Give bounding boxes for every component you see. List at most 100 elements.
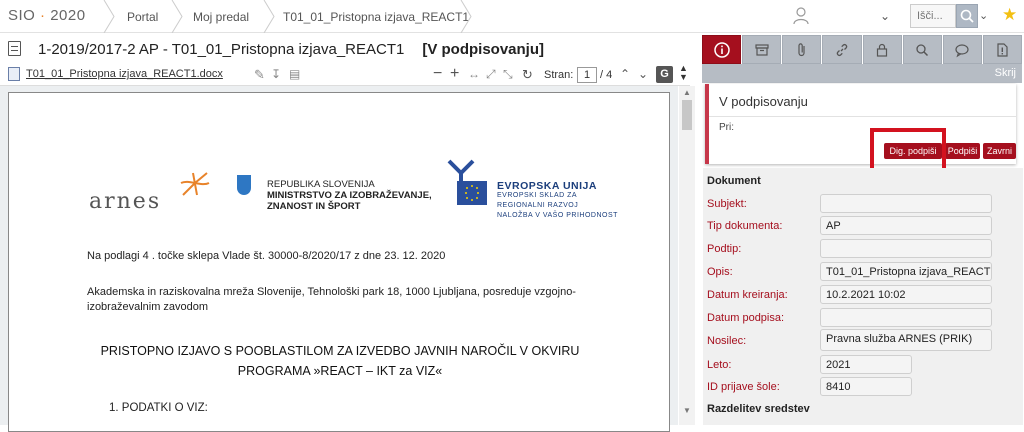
eu-line-3: REGIONALNI RAZVOJ [497,202,579,209]
document-title-bar: 1-2019/2017-2 AP - T01_01_Pristopna izja… [0,34,700,64]
field-subtype[interactable] [820,239,992,258]
document-viewer[interactable]: arnes REPUBLIKA SLOVENIJA MINISTRSTVO ZA… [0,86,678,432]
arnes-star-logo-icon [180,172,210,196]
field-document-type[interactable]: AP [820,216,992,235]
document-heading-line-1: PRISTOPNO IZJAVO S POOBLASTILOM ZA IZVED… [100,344,580,358]
breadcrumb-portal[interactable]: Portal [127,0,158,33]
tab-search[interactable] [902,35,942,64]
slovenia-crest-icon [237,175,251,195]
document-heading-line-2: PROGRAMA »REACT – IKT za VIZ« [237,364,443,378]
logo-separator: · [35,7,51,24]
metadata-funds-section-title: Razdelitev sredstev [707,403,810,415]
signing-pri-label: Pri: [719,122,734,133]
paragraph-intro-line-2: izobraževalnim zavodom [87,301,209,313]
metadata-section-title: Dokument [707,175,761,187]
scroll-down-arrow-icon[interactable]: ▼ [683,406,691,415]
search-options-chevron-down-icon[interactable]: ⌄ [979,9,988,22]
zoom-in-icon[interactable]: + [450,65,459,83]
favorite-star-icon[interactable]: ★ [1002,5,1017,25]
viewer-toolbar: T01_01_Pristopna izjava_REACT1.docx ✎ ↧ … [0,64,690,86]
viewer-scrollbar[interactable] [679,86,695,425]
search-icon [960,9,974,23]
comment-icon [955,43,969,57]
rotate-icon[interactable]: ↻ [522,67,533,83]
file-name-link[interactable]: T01_01_Pristopna izjava_REACT1.docx [26,68,223,80]
user-icon[interactable] [793,7,809,25]
field-holder[interactable]: Pravna služba ARNES (PRIK) [820,329,992,351]
paperclip-icon [798,42,805,56]
logo-year: 2020 [50,7,86,24]
side-panel-header: Skrij [702,64,1022,83]
user-menu-chevron-down-icon[interactable]: ⌄ [880,9,890,23]
field-description[interactable]: T01_01_Pristopna izjava_REACT1 [820,262,992,281]
field-signed-date[interactable] [820,308,992,327]
paragraph-legal-basis: Na podlagi 4 . točke sklepa Vlade št. 30… [87,250,446,262]
label-year: Leto: [707,359,732,371]
top-bar: SIO · 2020 Portal Moj predal T01_01_Pris… [0,0,1024,33]
edit-pencil-icon[interactable]: ✎ [254,67,265,83]
label-school-application-id: ID prijave šole: [707,381,780,393]
search-button[interactable] [956,4,978,28]
field-created-date[interactable]: 10.2.2021 10:02 [820,285,992,304]
viewer-scrollbar-thumb[interactable] [682,100,692,130]
sio-logo[interactable]: SIO · 2020 [8,7,86,24]
search-input[interactable]: Išči... [910,4,956,28]
signing-panel-divider [709,116,1016,117]
ministry-logo-text: REPUBLIKA SLOVENIJA MINISTRSTVO ZA IZOBR… [267,179,432,212]
eu-logo-text: EVROPSKA UNIJA EVROPSKI SKLAD ZA REGIONA… [497,181,618,221]
field-subject[interactable] [820,194,992,213]
ministry-line-2: MINISTRSTVO ZA IZOBRAŽEVANJE, [267,190,432,201]
sign-button[interactable]: Podpiši [945,143,980,159]
archive-icon [755,43,769,56]
info-icon [713,41,730,58]
label-subtype: Podtip: [707,243,742,255]
fit-width-icon[interactable]: ↔ [468,67,480,81]
page-label: Stran: [544,69,574,81]
zoom-out-icon[interactable]: − [433,65,442,83]
document-page: arnes REPUBLIKA SLOVENIJA MINISTRSTVO ZA… [8,92,670,432]
link-icon [836,43,848,56]
signing-panel-title: V podpisovanju [719,94,808,109]
tab-comments[interactable] [942,35,982,64]
panel-resize-icon[interactable]: ▲ ▼ [679,64,688,82]
label-document-type: Tip dokumenta: [707,220,783,232]
eu-line-1: EVROPSKA UNIJA [497,180,597,192]
eu-line-2: EVROPSKI SKLAD ZA [497,192,578,199]
lock-icon [876,43,888,57]
field-school-application-id[interactable]: 8410 [820,377,912,396]
tab-links[interactable] [822,35,862,64]
fullscreen-icon[interactable]: ⤡ [503,67,513,82]
field-year[interactable]: 2021 [820,355,912,374]
breadcrumb-separator-icon [263,0,275,33]
breadcrumb-separator-icon [103,0,115,33]
g-button[interactable]: G [656,66,673,83]
word-file-icon [8,67,20,81]
scroll-up-arrow-icon[interactable]: ▲ [683,88,691,97]
tab-permissions[interactable] [862,35,902,64]
document-list-icon[interactable]: ▤ [289,67,300,81]
section-heading-viz: 1. PODATKI O VIZ: [109,402,208,414]
ministry-line-1: REPUBLIKA SLOVENIJA [267,179,375,190]
page-number-input[interactable]: 1 [577,67,597,83]
label-created-date: Datum kreiranja: [707,289,788,301]
arnes-logo-text: arnes [89,189,162,214]
previous-page-chevron-up-icon[interactable]: ⌃ [620,67,630,81]
signing-panel: V podpisovanju Pri: Dig. podpiši Podpiši… [705,84,1016,164]
tab-alerts[interactable] [982,35,1022,64]
hide-panel-link[interactable]: Skrij [995,67,1016,79]
document-metadata: Dokument Subjekt: Tip dokumenta: AP Podt… [703,168,1023,425]
side-tab-bar [702,35,1022,64]
next-page-chevron-down-icon[interactable]: ⌄ [638,67,648,81]
tab-archive[interactable] [742,35,782,64]
breadcrumb-document[interactable]: T01_01_Pristopna izjava_REACT1 [283,0,469,33]
tab-info[interactable] [702,35,742,64]
breadcrumb-moj-predal[interactable]: Moj predal [193,0,249,33]
download-icon[interactable]: ↧ [271,67,281,81]
title-document-id: 1-2019/2017-2 AP - T01_01_Pristopna izja… [38,41,405,58]
reject-button[interactable]: Zavrni [983,143,1016,159]
tab-attachments[interactable] [782,35,822,64]
eu-flag-icon [457,181,487,205]
label-signed-date: Datum podpisa: [707,312,785,324]
title-status: [V podpisovanju] [422,41,545,58]
expand-icon[interactable]: ⤢ [486,67,496,82]
